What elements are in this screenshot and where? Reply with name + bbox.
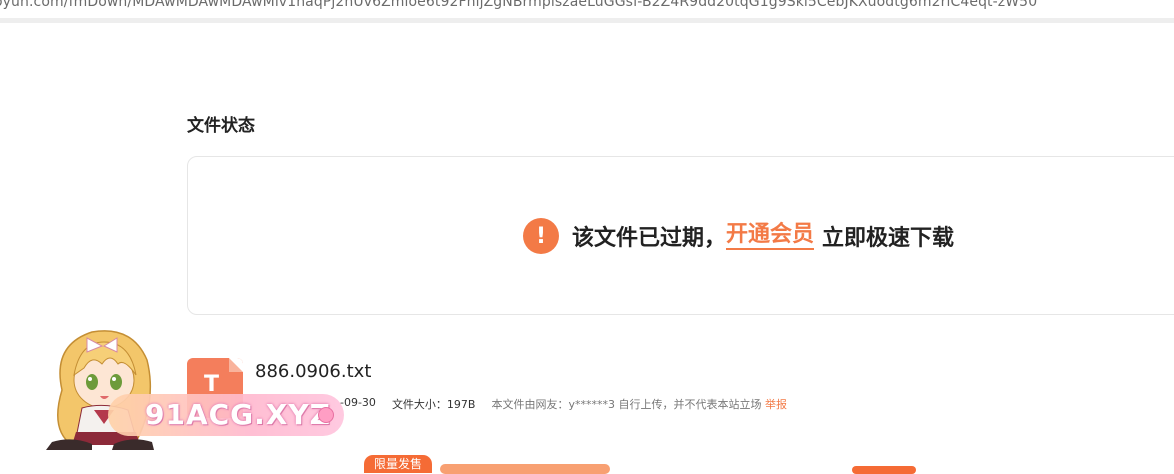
peach-icon xyxy=(318,407,334,423)
promo-button-partial[interactable] xyxy=(440,464,610,474)
uploader-text: 本文件由网友：y******3 自行上传，并不代表本站立场 xyxy=(491,398,762,411)
promo-button-partial-right[interactable] xyxy=(852,466,916,474)
report-link[interactable]: 举报 xyxy=(765,398,787,411)
uploader-note: 本文件由网友：y******3 自行上传，并不代表本站立场 举报 xyxy=(491,396,787,412)
warning-icon: ! xyxy=(523,218,559,254)
section-title: 文件状态 xyxy=(187,116,255,136)
status-message: ! 该文件已过期， 开通会员 立即极速下载 xyxy=(523,218,954,254)
address-bar[interactable]: oyun.com/fmDown/MDAwMDAwMDAwMlv1naqPj2nU… xyxy=(0,0,1174,23)
expired-text: 该文件已过期， xyxy=(572,226,727,251)
file-status-card: ! 该文件已过期， 开通会员 立即极速下载 xyxy=(187,156,1174,315)
url-text[interactable]: oyun.com/fmDown/MDAwMDAwMDAwMlv1naqPj2nU… xyxy=(0,0,1037,10)
file-meta: -09-30 文件大小：197B 本文件由网友：y******3 自行上传，并不… xyxy=(340,396,787,412)
file-size: 文件大小：197B xyxy=(391,398,476,411)
fast-download-text: 立即极速下载 xyxy=(822,226,955,251)
watermark-text: 91ACG.XYZ xyxy=(145,398,331,431)
open-vip-link[interactable]: 开通会员 xyxy=(726,222,815,250)
limited-sale-tag: 限量发售 xyxy=(364,455,433,473)
